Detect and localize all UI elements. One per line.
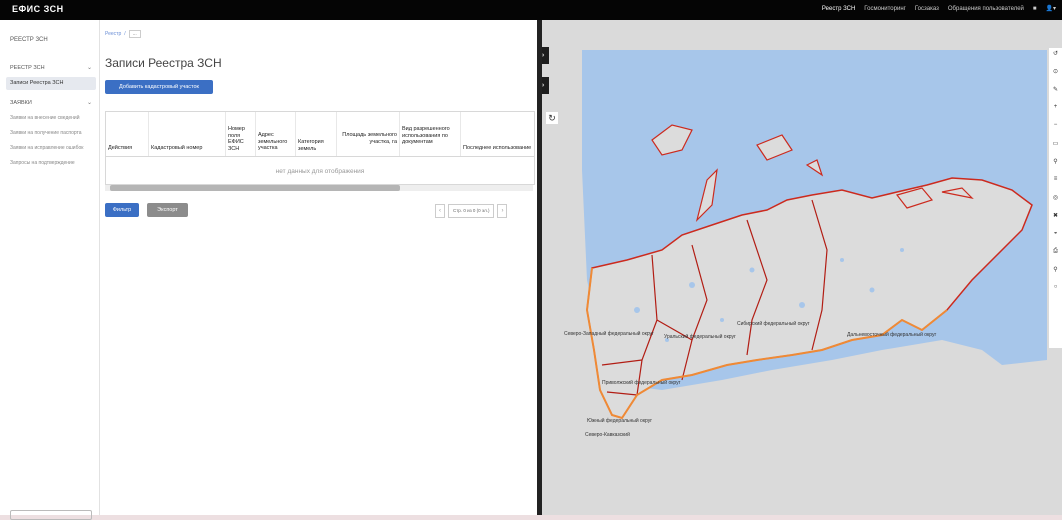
sidebar-item-records[interactable]: Записи Реестра ЗСН — [6, 77, 96, 90]
label-south-district: Южный федеральный округ — [587, 418, 653, 424]
breadcrumb-separator: / — [124, 31, 126, 37]
sidebar-title: РЕЕСТР ЗСН — [10, 37, 48, 43]
no-data-message: нет данных для отображения — [275, 168, 365, 175]
user-icon[interactable]: 👤▾ — [1046, 5, 1056, 12]
sidebar-section-requests[interactable]: ЗАЯВКИ — [10, 100, 32, 106]
column-divider — [399, 112, 400, 156]
sidebar: РЕЕСТР ЗСН РЕЕСТР ЗСН ⌄ Записи Реестра З… — [0, 20, 100, 520]
col-header-area[interactable]: Площадь земельного участка, га — [339, 132, 397, 145]
main-panel: Реестр / ... Записи Реестра ЗСН Добавить… — [100, 20, 537, 515]
column-divider — [295, 112, 296, 156]
pagination: ‹ Стр. 0 из 0 (0 эл.) › — [435, 204, 508, 218]
column-divider — [460, 112, 461, 156]
top-bar: ЕФИС ЗСН Реестр ЗСН Госмониторинг Госзак… — [0, 0, 1062, 20]
column-divider — [336, 112, 337, 156]
pin-icon[interactable]: ⚲ — [1049, 266, 1062, 273]
breadcrumb-dropdown[interactable]: ... — [128, 30, 141, 38]
add-parcel-button[interactable]: Добавить кадастровый участок — [105, 80, 213, 94]
header-divider — [106, 156, 534, 157]
zoom-out-icon[interactable]: − — [1049, 122, 1062, 128]
sidebar-section-registry[interactable]: РЕЕСТР ЗСН — [10, 65, 45, 71]
search-icon[interactable]: ⚲ — [1049, 158, 1062, 165]
chevron-down-icon[interactable]: ⌄ — [87, 99, 92, 106]
zoom-in-icon[interactable]: + — [1049, 104, 1062, 110]
print-icon[interactable]: ⎙ — [1049, 248, 1062, 255]
sidebar-item-label: Записи Реестра ЗСН — [10, 80, 64, 86]
col-header-actions[interactable]: Действия — [108, 145, 132, 152]
sidebar-item-requests-fix[interactable]: Заявки на исправление ошибок — [10, 145, 88, 151]
column-divider — [255, 112, 256, 156]
close-icon[interactable]: ✖ — [1049, 212, 1062, 219]
pencil-icon[interactable]: ✎ — [1049, 86, 1062, 93]
label-far-east-district: Дальневосточный федеральный округ — [847, 332, 937, 338]
map-canvas[interactable] — [542, 20, 1062, 515]
refresh-icon[interactable]: ↻ — [546, 112, 558, 124]
nav-order[interactable]: Госзаказ — [915, 6, 939, 12]
label-volga-district: Приволжский федеральный округ — [602, 380, 681, 386]
column-divider — [148, 112, 149, 156]
layers-icon[interactable]: ≡ — [1049, 176, 1062, 182]
nav-appeals[interactable]: Обращения пользователей — [948, 6, 1024, 12]
expand-panel-button[interactable]: » — [542, 77, 549, 94]
collapse-panel-button[interactable]: » — [542, 47, 549, 64]
col-header-last-use[interactable]: Последнее использование — [463, 145, 533, 152]
sidebar-collapse-button[interactable] — [10, 510, 92, 520]
scrollbar-thumb[interactable] — [110, 185, 400, 191]
map-toolbar: ↺ ⊙ ✎ + − ▭ ⚲ ≡ ◎ ✖ ◒ ⎙ ⚲ ○ — [1049, 48, 1062, 348]
filter-button[interactable]: Фильтр — [105, 203, 139, 217]
label-siberia-district: Сибирский федеральный округ — [737, 321, 810, 327]
locate-icon[interactable]: ◎ — [1049, 194, 1062, 201]
top-nav: Реестр ЗСН Госмониторинг Госзаказ Обраще… — [822, 5, 1056, 13]
target-icon[interactable]: ⊙ — [1049, 68, 1062, 75]
label-ural-district: Уральский федеральный округ — [664, 334, 736, 340]
sidebar-item-requests-info[interactable]: Заявки на внесение сведений — [10, 115, 88, 121]
horizontal-scrollbar[interactable] — [105, 185, 533, 191]
next-page-button[interactable]: › — [497, 204, 508, 218]
label-northwest-district: Северо-Западный федеральный округ — [564, 331, 654, 337]
sidebar-item-confirmations[interactable]: Запросы на подтверждение — [10, 160, 88, 166]
breadcrumb: Реестр / ... — [105, 30, 141, 38]
messages-icon[interactable]: ■ — [1033, 6, 1037, 12]
col-header-cadastral[interactable]: Кадастровый номер — [151, 145, 202, 152]
circle-icon[interactable]: ○ — [1049, 284, 1062, 290]
export-button[interactable]: Экспорт — [147, 203, 188, 217]
column-divider — [225, 112, 226, 156]
nav-monitoring[interactable]: Госмониторинг — [864, 6, 906, 12]
col-header-category[interactable]: Категория земель — [298, 139, 333, 152]
sidebar-item-requests-passport[interactable]: Заявки на получение паспорта — [10, 130, 88, 136]
chevron-down-icon[interactable]: ⌄ — [87, 64, 92, 71]
nav-registry[interactable]: Реестр ЗСН — [822, 6, 855, 12]
app-title[interactable]: ЕФИС ЗСН — [12, 4, 64, 14]
map-view[interactable]: » » ↻ Северо-Западный федеральный округ … — [542, 20, 1062, 515]
col-header-permitted-use[interactable]: Вид разрешенного использования по докуме… — [402, 126, 458, 146]
rectangle-icon[interactable]: ▭ — [1049, 140, 1062, 147]
page-title: Записи Реестра ЗСН — [105, 56, 222, 70]
prev-page-button[interactable]: ‹ — [435, 204, 445, 218]
records-table: Действия Кадастровый номер Номер поля ЕФ… — [105, 111, 535, 185]
col-header-address[interactable]: Адрес земельного участка — [258, 132, 292, 152]
label-north-caucasus-district: Северо-Кавказский — [585, 432, 630, 438]
col-header-field-number[interactable]: Номер поля ЕФИС ЗСН — [228, 126, 252, 152]
measure-icon[interactable]: ◒ — [1049, 230, 1062, 236]
reset-icon[interactable]: ↺ — [1049, 50, 1062, 57]
breadcrumb-home[interactable]: Реестр — [105, 31, 121, 37]
page-status: Стр. 0 из 0 (0 эл.) — [448, 204, 495, 218]
